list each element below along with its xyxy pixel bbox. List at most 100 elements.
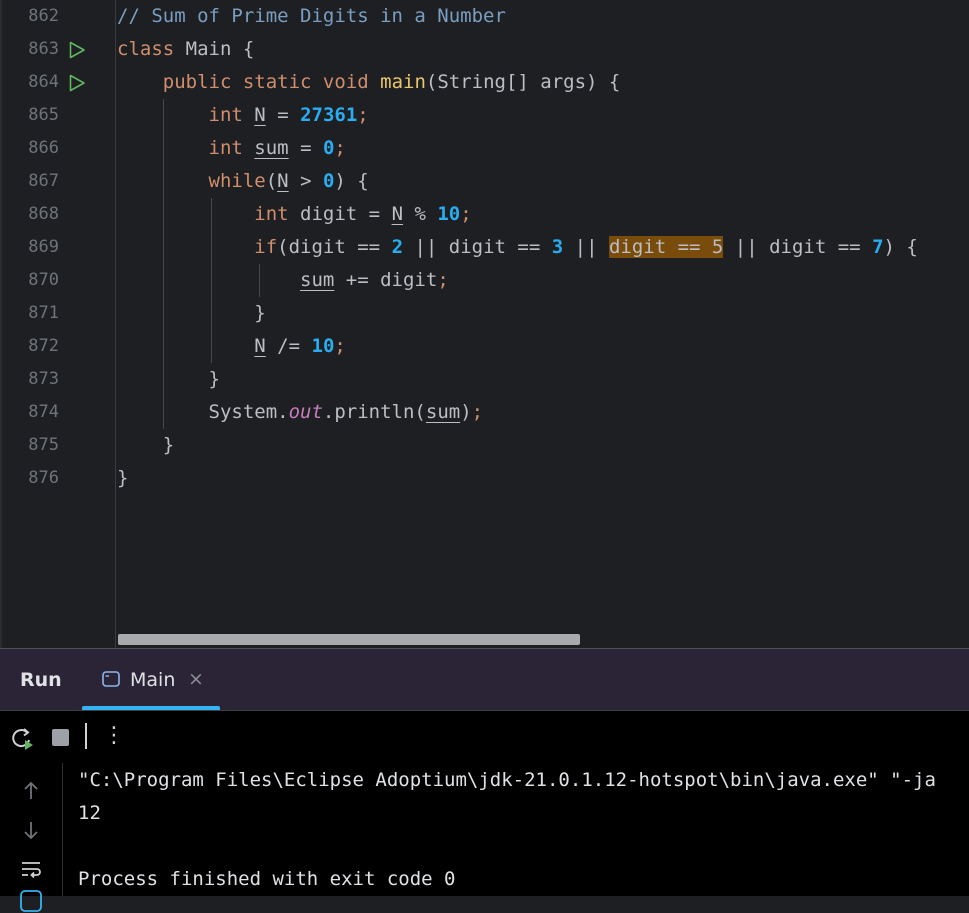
code-token: } (117, 434, 175, 456)
scroll-to-end-icon[interactable] (19, 889, 43, 913)
code-line[interactable]: 866 int sum = 0; (0, 132, 969, 165)
stop-button[interactable] (52, 729, 69, 746)
code-token: } (117, 302, 266, 324)
code-line[interactable]: 869 if(digit == 2 || digit == 3 || digit… (0, 231, 969, 264)
code-line[interactable]: 875 } (0, 429, 969, 462)
code-text[interactable]: int digit = N % 10; (117, 198, 472, 231)
code-text[interactable]: int N = 27361; (117, 99, 369, 132)
code-line[interactable]: 874 System.out.println(sum); (0, 396, 969, 429)
line-number[interactable]: 875 (0, 429, 59, 462)
code-token: int (208, 137, 243, 159)
line-number[interactable]: 872 (0, 330, 59, 363)
code-text[interactable]: N /= 10; (117, 330, 346, 363)
code-token: > (288, 170, 323, 192)
code-token: 10 (437, 203, 461, 225)
code-line[interactable]: 870 sum += digit; (0, 264, 969, 297)
code-text[interactable]: class Main { (117, 33, 254, 66)
code-token: sum (300, 269, 335, 291)
close-icon[interactable]: × (188, 668, 204, 690)
line-number[interactable]: 869 (0, 231, 59, 264)
code-token: 7 (872, 236, 884, 258)
indent-guide (163, 99, 164, 429)
code-line[interactable]: 872 N /= 10; (0, 330, 969, 363)
search-highlight: digit == 5 (608, 236, 724, 258)
code-text[interactable]: int sum = 0; (117, 132, 346, 165)
line-number[interactable]: 864 (0, 66, 59, 99)
code-line[interactable]: 862 // Sum of Prime Digits in a Number (0, 0, 969, 33)
soft-wrap-icon[interactable] (19, 857, 43, 881)
code-text[interactable]: } (117, 429, 174, 462)
code-token: } (117, 368, 220, 390)
code-token: .println( (322, 401, 426, 423)
run-panel-header: Run Main × (0, 648, 969, 711)
indent-guide (211, 198, 212, 363)
line-number[interactable]: 876 (0, 462, 59, 495)
run-gutter-icon[interactable] (68, 74, 86, 92)
code-text[interactable]: sum += digit; (117, 264, 449, 297)
code-line[interactable]: 871 } (0, 297, 969, 330)
run-gutter-icon[interactable] (68, 41, 86, 59)
code-token: main (380, 71, 426, 93)
horizontal-scrollbar[interactable] (118, 634, 580, 645)
arrow-down-icon[interactable] (19, 818, 43, 842)
code-text[interactable]: while(N > 0) { (117, 165, 369, 198)
code-token: Main { (174, 38, 255, 60)
code-token: ) (460, 401, 472, 423)
code-line[interactable]: 863 class Main { (0, 33, 969, 66)
code-line[interactable]: 868 int digit = N % 10; (0, 198, 969, 231)
code-text[interactable]: public static void main(String[] args) { (117, 66, 621, 99)
code-text[interactable]: } (117, 462, 128, 495)
line-number[interactable]: 873 (0, 363, 59, 396)
line-number[interactable]: 874 (0, 396, 59, 429)
more-options-icon[interactable]: ⋮ (103, 723, 125, 748)
code-token: 3 (551, 236, 564, 258)
code-token: digit = (288, 203, 392, 225)
arrow-up-icon[interactable] (19, 779, 43, 803)
code-editor[interactable]: 862 // Sum of Prime Digits in a Number 863… (0, 0, 969, 648)
line-number[interactable]: 862 (0, 0, 59, 33)
line-number[interactable]: 867 (0, 165, 59, 198)
code-token: N (391, 203, 404, 225)
code-token: if (254, 236, 278, 258)
code-token: class (117, 38, 175, 60)
code-token: int (254, 203, 289, 225)
code-token: 0 (322, 137, 335, 159)
line-number[interactable]: 868 (0, 198, 59, 231)
line-number[interactable]: 870 (0, 264, 59, 297)
code-token: out (288, 401, 323, 423)
line-number[interactable]: 871 (0, 297, 59, 330)
code-text[interactable]: if(digit == 2 || digit == 3 || digit == … (117, 231, 918, 264)
line-number[interactable]: 865 (0, 99, 59, 132)
code-text[interactable]: // Sum of Prime Digits in a Number (117, 0, 506, 33)
code-token: N (254, 335, 266, 357)
code-token: sum (254, 137, 289, 159)
code-text[interactable]: } (117, 297, 266, 330)
indent-guide (259, 264, 260, 297)
run-panel-title: Run (20, 669, 62, 691)
code-token: ) { (334, 170, 369, 192)
code-line[interactable]: 865 int N = 27361; (0, 99, 969, 132)
code-line[interactable]: 873 } (0, 363, 969, 396)
line-number[interactable]: 866 (0, 132, 59, 165)
code-line[interactable]: 864 public static void main(String[] arg… (0, 66, 969, 99)
code-token: ; (460, 203, 472, 225)
rerun-icon[interactable] (10, 726, 36, 752)
code-token: ) { (883, 236, 918, 258)
code-token: 10 (311, 335, 335, 357)
console-window-icon (102, 671, 120, 687)
code-text[interactable]: } (117, 363, 220, 396)
code-line[interactable]: 876} (0, 462, 969, 495)
tab-main[interactable]: Main × (82, 649, 220, 711)
console-output[interactable]: "C:\Program Files\Eclipse Adoptium\jdk-2… (0, 763, 969, 912)
code-token: ; (334, 335, 346, 357)
code-token: ; (357, 104, 369, 126)
code-token: (String[] args) { (425, 71, 621, 93)
toolbar-divider (85, 723, 87, 749)
line-number[interactable]: 863 (0, 33, 59, 66)
code-line[interactable]: 867 while(N > 0) { (0, 165, 969, 198)
code-text[interactable]: System.out.println(sum); (117, 396, 484, 429)
